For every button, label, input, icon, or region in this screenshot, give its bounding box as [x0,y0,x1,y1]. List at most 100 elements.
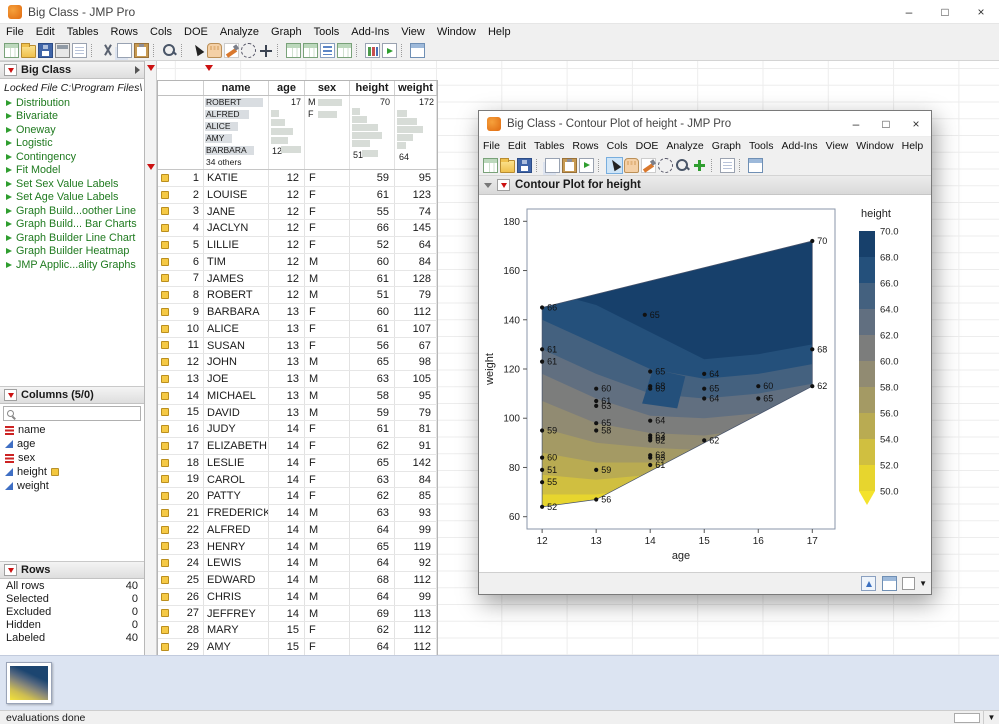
cell-age[interactable]: 14 [269,589,305,605]
row-number-cell[interactable]: 3 [158,204,204,220]
table-row[interactable]: 18LESLIE14F65142 [158,455,437,472]
table-row[interactable]: 23HENRY14M65119 [158,539,437,556]
table-row[interactable]: 19CAROL14F6384 [158,472,437,489]
row-number-cell[interactable]: 27 [158,606,204,622]
maximize-button[interactable]: □ [871,111,901,136]
cell-name[interactable]: LOUISE [204,187,269,203]
join-tables-icon[interactable] [337,43,352,58]
cell-age[interactable]: 14 [269,455,305,471]
cell-name[interactable]: JACLYN [204,220,269,236]
row-number-cell[interactable]: 4 [158,220,204,236]
row-number-cell[interactable]: 23 [158,539,204,555]
cell-height[interactable]: 59 [350,405,395,421]
cell-weight[interactable]: 123 [395,187,437,203]
table-row[interactable]: 15DAVID13M5979 [158,405,437,422]
table-script-item[interactable]: Graph Builder Heatmap [0,245,144,259]
table-row[interactable]: 3JANE12F5574 [158,204,437,221]
minimize-button[interactable]: – [841,111,871,136]
cell-sex[interactable]: M [305,589,350,605]
cell-name[interactable]: JANE [204,204,269,220]
cell-name[interactable]: DAVID [204,405,269,421]
brush-icon[interactable] [224,43,239,58]
table-row[interactable]: 5LILLIE12F5264 [158,237,437,254]
select-arrow-icon[interactable] [190,43,205,58]
brush-icon[interactable] [641,158,656,173]
plot-menu-window[interactable]: Window [852,137,897,155]
cell-sex[interactable]: M [305,371,350,387]
cell-age[interactable]: 12 [269,237,305,253]
cell-height[interactable]: 64 [350,639,395,655]
script-window-icon[interactable] [382,43,397,58]
cell-height[interactable]: 62 [350,622,395,638]
cell-height[interactable]: 63 [350,472,395,488]
row-number-cell[interactable]: 7 [158,271,204,287]
column-header-age[interactable]: age [269,81,305,95]
cell-weight[interactable]: 95 [395,170,437,186]
cell-name[interactable]: PATTY [204,488,269,504]
red-triangle-icon[interactable] [4,64,17,76]
cell-height[interactable]: 69 [350,606,395,622]
table-script-item[interactable]: Distribution [0,96,144,110]
row-number-cell[interactable]: 12 [158,354,204,370]
cell-age[interactable]: 14 [269,606,305,622]
cell-weight[interactable]: 112 [395,572,437,588]
cell-weight[interactable]: 64 [395,237,437,253]
row-number-cell[interactable]: 2 [158,187,204,203]
cell-sex[interactable]: F [305,338,350,354]
row-number-cell[interactable]: 10 [158,321,204,337]
row-number-cell[interactable]: 9 [158,304,204,320]
main-menu-doe[interactable]: DOE [178,24,214,41]
cell-weight[interactable]: 112 [395,304,437,320]
cell-height[interactable]: 61 [350,271,395,287]
collapse-chevron-icon[interactable] [135,66,140,74]
row-number-cell[interactable]: 21 [158,505,204,521]
save-icon[interactable] [38,43,53,58]
columns-panel-header[interactable]: Columns (5/0) [0,386,144,404]
table-row[interactable]: 4JACLYN12F66145 [158,220,437,237]
maximize-button[interactable]: □ [927,0,963,23]
cell-weight[interactable]: 92 [395,555,437,571]
row-number-cell[interactable]: 14 [158,388,204,404]
cell-sex[interactable]: M [305,388,350,404]
cell-age[interactable]: 15 [269,622,305,638]
cell-height[interactable]: 65 [350,539,395,555]
plot-menu-help[interactable]: Help [898,137,928,155]
open-file-icon[interactable] [500,160,515,173]
table-row[interactable]: 12JOHN13M6598 [158,354,437,371]
cell-name[interactable]: MICHAEL [204,388,269,404]
row-number-cell[interactable]: 28 [158,622,204,638]
red-triangle-icon[interactable] [497,179,510,191]
column-item-sex[interactable]: sex [0,451,144,465]
cell-age[interactable]: 14 [269,505,305,521]
open-file-icon[interactable] [21,45,36,58]
main-menu-addins[interactable]: Add-Ins [345,24,395,41]
contour-plot-thumbnail[interactable] [6,662,52,704]
row-number-cell[interactable]: 8 [158,287,204,303]
cell-name[interactable]: LEWIS [204,555,269,571]
table-row[interactable]: 2LOUISE12F61123 [158,187,437,204]
cell-height[interactable]: 64 [350,522,395,538]
rows-stat-selected[interactable]: Selected0 [0,592,144,605]
cell-weight[interactable]: 79 [395,405,437,421]
cell-sex[interactable]: M [305,271,350,287]
minimize-button[interactable]: – [891,0,927,23]
row-number-cell[interactable]: 19 [158,472,204,488]
row-number-cell[interactable]: 16 [158,421,204,437]
columns-menu-icon[interactable] [205,65,213,71]
column-item-height[interactable]: height [0,465,144,479]
cell-age[interactable]: 13 [269,371,305,387]
columns-search-input[interactable] [3,406,141,421]
table-row[interactable]: 20PATTY14F6285 [158,488,437,505]
plot-menu-edit[interactable]: Edit [504,137,530,155]
sort-table-icon[interactable] [320,43,335,58]
red-triangle-icon[interactable] [4,389,17,401]
main-menu-view[interactable]: View [395,24,431,41]
table-row[interactable]: 16JUDY14F6181 [158,421,437,438]
cell-age[interactable]: 15 [269,639,305,655]
outline-header[interactable]: Contour Plot for height [479,176,931,195]
cell-sex[interactable]: F [305,304,350,320]
cell-sex[interactable]: F [305,321,350,337]
table-script-item[interactable]: Set Sex Value Labels [0,177,144,191]
magnifier-icon[interactable] [162,43,177,58]
table-script-item[interactable]: Logistic [0,137,144,151]
